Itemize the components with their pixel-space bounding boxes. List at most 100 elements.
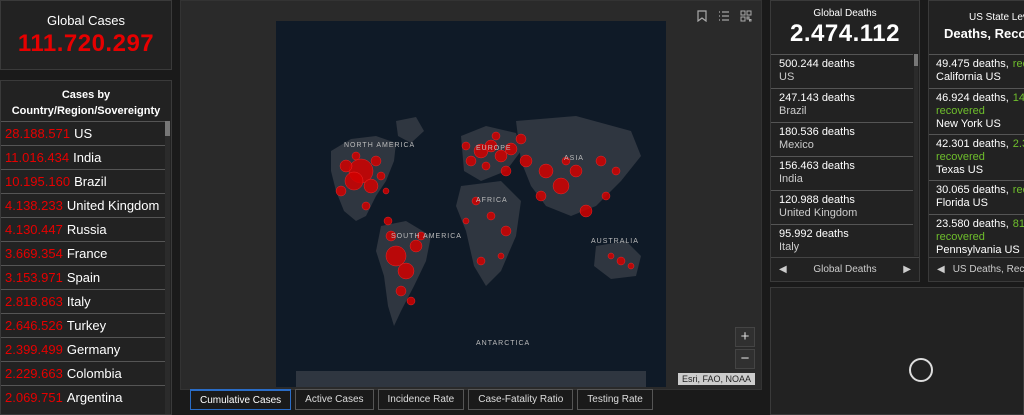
case-bubble[interactable]: [552, 177, 570, 195]
zoom-out-button[interactable]: −: [735, 349, 755, 369]
deaths-scrollbar-thumb[interactable]: [914, 54, 918, 66]
death-row[interactable]: 180.536 deaths Mexico: [771, 122, 913, 156]
deaths-scrollbar[interactable]: [914, 54, 918, 256]
country-row[interactable]: 11.016.434 India: [1, 145, 167, 169]
us-state-row[interactable]: 46.924 deaths,142 recoveredNew York US: [929, 88, 1024, 134]
country-row[interactable]: 28.188.571 US: [1, 121, 167, 145]
case-bubble[interactable]: [351, 151, 361, 161]
us-state-row[interactable]: 23.580 deaths,814 recoveredPennsylvania U…: [929, 214, 1024, 260]
death-row[interactable]: 247.143 deaths Brazil: [771, 88, 913, 122]
global-deaths-value: 2.474.112: [790, 20, 900, 47]
case-bubble[interactable]: [595, 155, 607, 167]
death-row[interactable]: 95.992 deaths Italy: [771, 224, 913, 258]
country-name: India: [73, 150, 102, 165]
case-bubble[interactable]: [383, 216, 393, 226]
cases-scrollbar-thumb[interactable]: [165, 121, 170, 136]
tab-active-cases[interactable]: Active Cases: [295, 389, 374, 410]
case-bubble[interactable]: [395, 285, 407, 297]
us-state-recovered: rec: [1012, 184, 1024, 196]
case-bubble[interactable]: [497, 252, 505, 260]
chevron-right-icon[interactable]: ▶: [903, 264, 911, 275]
case-bubble[interactable]: [486, 211, 496, 221]
case-bubble[interactable]: [382, 187, 390, 195]
case-bubble[interactable]: [465, 155, 477, 167]
tab-incidence-rate[interactable]: Incidence Rate: [377, 389, 465, 410]
case-bubble[interactable]: [361, 201, 371, 211]
country-row[interactable]: 4.130.447 Russia: [1, 217, 167, 241]
case-bubble[interactable]: [515, 133, 527, 145]
tab-cumulative-cases[interactable]: Cumulative Cases: [190, 389, 292, 410]
world-map-svg: [296, 116, 646, 387]
country-row[interactable]: 2.646.526 Turkey: [1, 313, 167, 337]
case-bubble[interactable]: [481, 161, 491, 171]
country-cases-value: 4.138.233: [5, 198, 63, 213]
case-bubble[interactable]: [611, 166, 621, 176]
chevron-left-icon[interactable]: ◀: [779, 264, 787, 275]
tab-case-fatality-ratio[interactable]: Case-Fatality Ratio: [468, 389, 574, 410]
country-row[interactable]: 4.138.233 United Kingdom: [1, 193, 167, 217]
country-row[interactable]: 3.153.971 Spain: [1, 265, 167, 289]
case-bubble[interactable]: [344, 171, 364, 191]
list-icon[interactable]: [713, 5, 735, 27]
us-state-footer: ◀ US Deaths, Recovered: [929, 257, 1024, 281]
chevron-left-icon[interactable]: ◀: [937, 264, 945, 275]
us-state-recovered-label: recovered: [936, 151, 985, 163]
country-row[interactable]: 10.195.160 Brazil: [1, 169, 167, 193]
case-bubble[interactable]: [370, 155, 382, 167]
country-row[interactable]: 2.818.863 Italy: [1, 289, 167, 313]
us-state-name: California US: [936, 71, 1001, 83]
us-state-row[interactable]: 30.065 deaths,rec Florida US: [929, 180, 1024, 214]
case-bubble[interactable]: [363, 178, 379, 194]
case-bubble[interactable]: [462, 217, 470, 225]
case-bubble[interactable]: [385, 245, 407, 267]
case-bubble[interactable]: [500, 165, 512, 177]
case-bubble[interactable]: [607, 252, 615, 260]
case-bubble[interactable]: [535, 190, 547, 202]
death-count: 500.244 deaths: [779, 58, 855, 70]
case-bubble[interactable]: [491, 131, 501, 141]
case-bubble[interactable]: [376, 171, 386, 181]
case-bubble[interactable]: [569, 164, 583, 178]
case-bubble[interactable]: [335, 185, 347, 197]
case-bubble[interactable]: [397, 262, 415, 280]
death-location: US: [779, 71, 795, 83]
bookmark-icon[interactable]: [691, 5, 713, 27]
zoom-in-button[interactable]: +: [735, 327, 755, 347]
cases-scrollbar[interactable]: [165, 121, 170, 414]
qr-icon[interactable]: [735, 5, 757, 27]
death-count: 247.143 deaths: [779, 92, 855, 104]
case-bubble[interactable]: [627, 262, 635, 270]
map-label-australia: AUSTRALIA: [591, 238, 639, 245]
case-bubble[interactable]: [616, 256, 626, 266]
map-label-africa: AFRICA: [476, 197, 508, 204]
case-bubble[interactable]: [409, 239, 423, 253]
us-state-name: Florida US: [936, 197, 988, 209]
case-bubble[interactable]: [519, 154, 533, 168]
case-bubble[interactable]: [601, 191, 611, 201]
case-bubble[interactable]: [500, 225, 512, 237]
map-label-south-america: SOUTH AMERICA: [391, 233, 462, 240]
us-state-row[interactable]: 49.475 deaths,recovered California US: [929, 54, 1024, 88]
country-name: Colombia: [66, 366, 122, 381]
tab-testing-rate[interactable]: Testing Rate: [577, 389, 653, 410]
us-state-row[interactable]: 42.301 deaths,2.3 recoveredTexas US: [929, 134, 1024, 180]
country-row[interactable]: 3.669.354 France: [1, 241, 167, 265]
country-row[interactable]: 2.399.499 Germany: [1, 337, 167, 361]
case-bubble[interactable]: [579, 204, 593, 218]
death-row[interactable]: 156.463 deaths India: [771, 156, 913, 190]
death-row[interactable]: 120.988 deaths United Kingdom: [771, 190, 913, 224]
country-row[interactable]: 2.069.751 Argentina: [1, 385, 167, 409]
deaths-list: 500.244 deaths US 247.143 deaths Brazil 180.…: [771, 54, 913, 258]
case-bubble[interactable]: [476, 256, 486, 266]
death-count: 120.988 deaths: [779, 194, 855, 206]
death-row[interactable]: 500.244 deaths US: [771, 54, 913, 88]
world-map[interactable]: NORTH AMERICA SOUTH AMERICA EUROPE AFRIC…: [276, 21, 666, 387]
death-location: United Kingdom: [779, 207, 858, 219]
global-cases-panel: Global Cases 111.720.297: [0, 0, 172, 70]
case-bubble[interactable]: [339, 159, 353, 173]
map-label-asia: ASIA: [564, 155, 584, 162]
case-bubble[interactable]: [461, 141, 471, 151]
case-bubble[interactable]: [406, 296, 416, 306]
country-row[interactable]: 2.229.663 Colombia: [1, 361, 167, 385]
case-bubble[interactable]: [538, 163, 554, 179]
